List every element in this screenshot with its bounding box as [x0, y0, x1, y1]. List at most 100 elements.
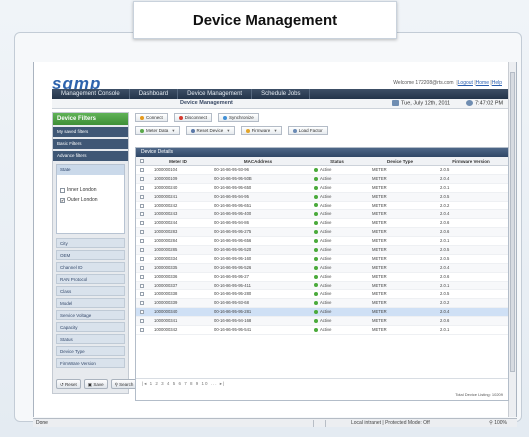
synchronize-button[interactable]: Synchronize	[218, 113, 259, 122]
sidebar-item-saved-filters[interactable]: My saved filters	[53, 127, 128, 137]
filter-capacity[interactable]: Capacity	[56, 322, 125, 332]
checkbox-icon[interactable]	[140, 265, 144, 270]
row-checkbox[interactable]	[136, 264, 148, 272]
table-row[interactable]: 1000000342 00-16-86-95-95-541 Active METER 2…	[136, 326, 508, 335]
table-row[interactable]: 1000000340 00-16-86-95-95-281 Active METER 2…	[136, 308, 508, 318]
checkbox-icon[interactable]	[140, 167, 144, 172]
filter-ran-protocol[interactable]: RAN Protocol	[56, 274, 125, 284]
filter-service-voltage[interactable]: Service Voltage	[56, 310, 125, 320]
table-row[interactable]: 1000000339 00-16-86-95-93-68 Active METER 2.…	[136, 299, 508, 309]
table-row[interactable]: 1000000104 00-16-86-95-93-96 Active METER 2.…	[136, 166, 508, 175]
checkbox-icon[interactable]	[140, 247, 144, 252]
column-header-mac-address[interactable]: MACAddress	[208, 157, 308, 165]
column-header-status[interactable]: Status	[308, 157, 366, 165]
filter-model[interactable]: Model	[56, 298, 125, 308]
load-factor-button[interactable]: Load Factor	[287, 126, 328, 135]
nav-item-schedule-jobs[interactable]: Schedule Jobs	[252, 89, 311, 99]
row-checkbox[interactable]	[136, 202, 148, 210]
firmware-dropdown[interactable]: Firmware ▾	[240, 126, 282, 135]
row-checkbox[interactable]	[136, 184, 148, 192]
row-checkbox[interactable]	[136, 210, 148, 218]
state-option-inner-london[interactable]: Inner London	[57, 187, 124, 193]
table-row[interactable]: 1000000283 00-16-86-95-95-275 Active METER 2…	[136, 228, 508, 238]
disconnect-button[interactable]: Disconnect	[173, 113, 213, 122]
filter-oem[interactable]: OEM	[56, 250, 125, 260]
row-checkbox[interactable]	[136, 299, 148, 307]
vertical-scrollbar[interactable]	[508, 62, 516, 417]
row-checkbox[interactable]	[136, 290, 148, 298]
filter-class[interactable]: Class	[56, 286, 125, 296]
table-row[interactable]: 1000000244 00-16-86-95-94-86 Active METER 2.…	[136, 219, 508, 229]
checkbox-icon[interactable]	[140, 185, 144, 190]
scrollbar-thumb[interactable]	[510, 72, 515, 372]
checkbox-icon[interactable]	[140, 310, 144, 315]
checkbox-icon[interactable]	[140, 159, 144, 163]
row-checkbox[interactable]	[136, 282, 148, 290]
checkbox-icon[interactable]	[140, 212, 144, 217]
home-link[interactable]: Home	[476, 80, 489, 86]
row-checkbox[interactable]	[136, 308, 148, 316]
filter-status[interactable]: Status	[56, 334, 125, 344]
checkbox-icon[interactable]	[140, 230, 144, 235]
column-header-firmware-version[interactable]: Firmware Version	[434, 157, 508, 165]
table-row[interactable]: 1000000337 00-16-86-95-95-411 Active METER 2…	[136, 281, 508, 291]
row-checkbox[interactable]	[136, 326, 148, 334]
help-link[interactable]: Help	[492, 80, 502, 86]
table-row[interactable]: 1000000335 00-16-86-95-95-526 Active METER 2…	[136, 263, 508, 273]
checkbox-icon[interactable]	[140, 319, 144, 324]
checkbox-icon[interactable]	[140, 176, 144, 181]
table-row[interactable]: 1000000284 00-16-86-95-95-656 Active METER 2…	[136, 237, 508, 247]
table-row[interactable]: 1000000285 00-16-86-95-95-520 Active METER 2…	[136, 246, 508, 255]
table-row[interactable]: 1000000338 00-16-86-95-95-280 Active METER 2…	[136, 290, 508, 300]
row-checkbox[interactable]	[136, 219, 148, 227]
checkbox-icon[interactable]	[140, 292, 144, 297]
checkbox-icon[interactable]	[140, 283, 144, 288]
table-row[interactable]: 1000000240 00-16-86-95-95-650 Active METER 2…	[136, 184, 508, 193]
row-checkbox[interactable]	[136, 228, 148, 236]
reset-device-dropdown[interactable]: Reset Device ▾	[185, 126, 235, 135]
sidebar-item-basic-filters[interactable]: Basic Filters	[53, 139, 128, 149]
row-checkbox[interactable]	[136, 175, 148, 183]
column-header-meter-id[interactable]: Meter ID	[148, 157, 208, 165]
table-row[interactable]: 1000000109 00-16-86-95-95-50B Active METER 2…	[136, 174, 508, 184]
column-header-device-type[interactable]: Device Type	[366, 157, 434, 165]
reset-button[interactable]: ↺ Reset	[56, 379, 81, 389]
filter-channel-id[interactable]: Channel ID	[56, 262, 125, 272]
row-checkbox[interactable]	[136, 317, 148, 325]
filter-firmware-version[interactable]: FirmWare Version	[56, 358, 125, 368]
logout-link[interactable]: Logout	[458, 80, 473, 86]
nav-item-management-console[interactable]: Management Console	[52, 89, 130, 99]
checkbox-icon[interactable]	[140, 239, 144, 244]
row-checkbox[interactable]	[136, 237, 148, 245]
search-button[interactable]: ⚲ Search	[110, 379, 138, 389]
state-option-outer-london[interactable]: ✔ Outer London	[57, 197, 124, 203]
table-row[interactable]: 1000000341 00-16-86-95-94-168 Active METER 2…	[136, 317, 508, 327]
sidebar-item-advance-filters[interactable]: Advance filters	[53, 151, 128, 161]
nav-item-device-management[interactable]: Device Management	[178, 89, 253, 99]
filter-device-type[interactable]: Device Type	[56, 346, 125, 356]
filter-city[interactable]: City	[56, 238, 125, 248]
row-checkbox[interactable]	[136, 193, 148, 201]
zoom-level[interactable]: ⚲ 100%	[489, 419, 507, 428]
table-row[interactable]: 1000000241 00-16-86-95-94-95 Active METER 2.…	[136, 192, 508, 202]
save-button[interactable]: ▣ Save	[83, 379, 108, 389]
row-checkbox[interactable]	[136, 166, 148, 174]
table-row[interactable]: 1000000336 00-16-86-95-95-27 Active METER 2.…	[136, 273, 508, 282]
row-checkbox[interactable]	[136, 255, 148, 263]
state-filter-header[interactable]: State	[57, 165, 124, 175]
checkbox-icon[interactable]	[140, 256, 144, 261]
checkbox-icon[interactable]	[140, 327, 144, 332]
checkbox-checked-icon[interactable]: ✔	[60, 197, 65, 203]
checkbox-icon[interactable]	[140, 221, 144, 226]
table-row[interactable]: 1000000242 00-16-86-95-95-651 Active METER 2…	[136, 202, 508, 211]
table-row[interactable]: 1000000334 00-16-86-95-95-160 Active METER 2…	[136, 255, 508, 264]
checkbox-icon[interactable]	[140, 194, 144, 199]
table-row[interactable]: 1000000243 00-16-86-95-95-400 Active METER 2…	[136, 210, 508, 220]
checkbox-icon[interactable]	[140, 274, 144, 279]
checkbox-icon[interactable]	[140, 203, 144, 208]
pagination[interactable]: |◂ 1 2 3 4 5 6 7 8 9 10 ... ▸|	[136, 378, 508, 387]
nav-item-dashboard[interactable]: Dashboard	[130, 89, 179, 99]
checkbox-icon[interactable]	[60, 187, 65, 193]
checkbox-icon[interactable]	[140, 301, 144, 306]
row-checkbox[interactable]	[136, 246, 148, 254]
